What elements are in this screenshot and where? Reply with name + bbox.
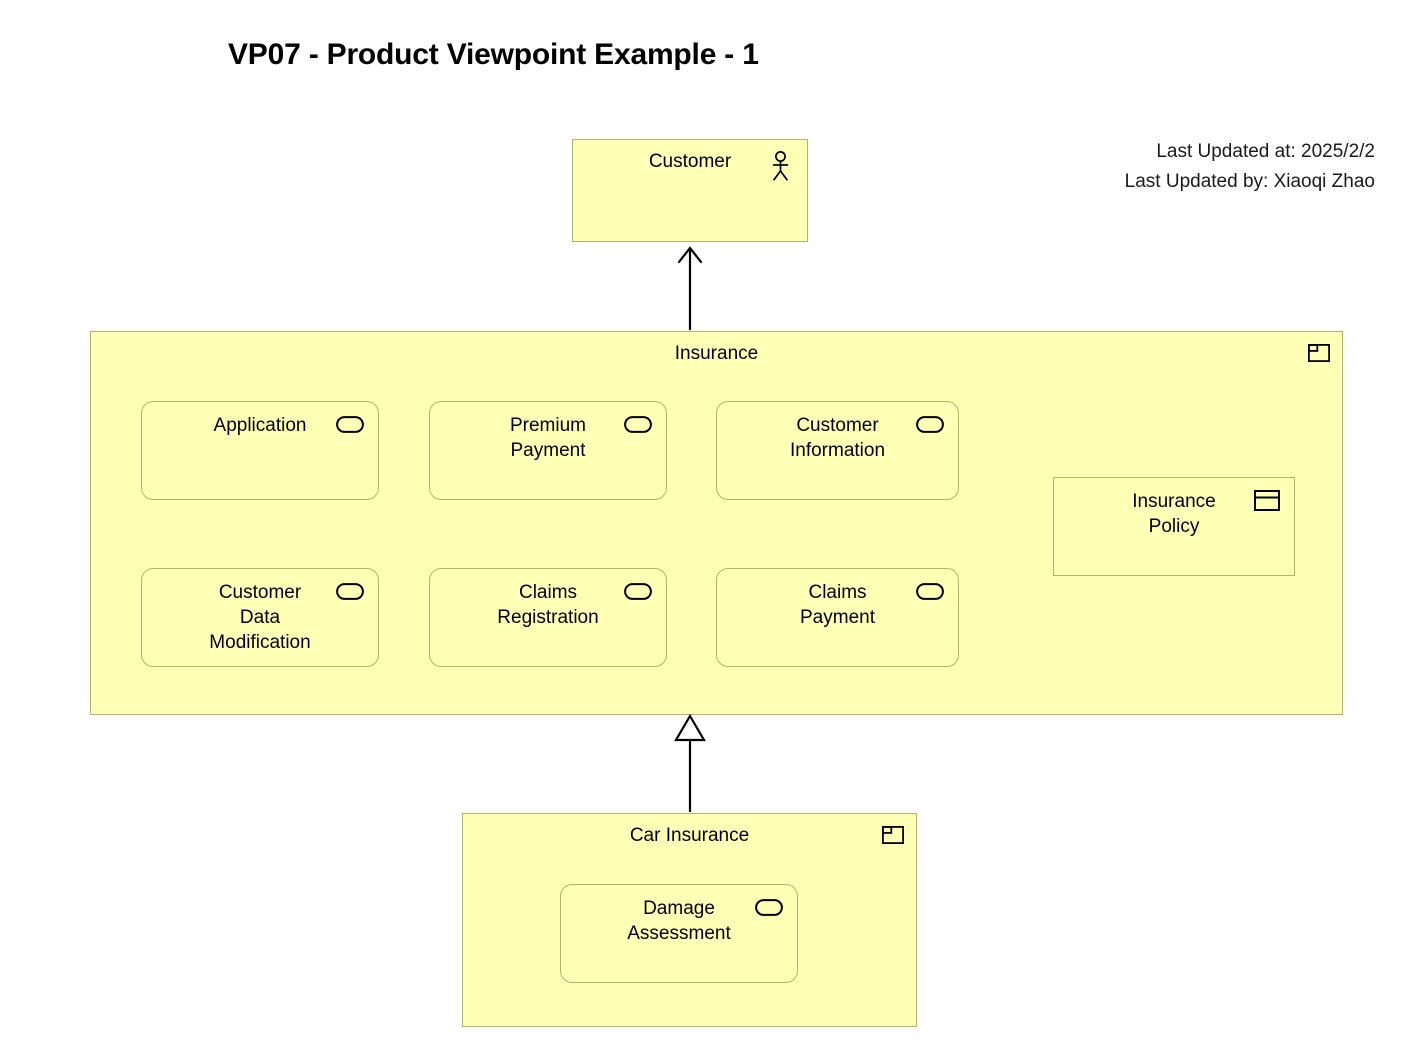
service-icon bbox=[336, 416, 364, 433]
element-claims-registration[interactable]: Claims Registration bbox=[429, 568, 667, 667]
service-icon bbox=[336, 583, 364, 600]
element-insurance[interactable]: Insurance Application Premium Payment Cu… bbox=[90, 331, 1343, 715]
contract-icon bbox=[1254, 490, 1280, 511]
product-icon bbox=[882, 826, 904, 844]
element-customer[interactable]: Customer bbox=[572, 139, 808, 242]
element-customer-information[interactable]: Customer Information bbox=[716, 401, 959, 500]
service-icon bbox=[916, 583, 944, 600]
element-damage-assessment[interactable]: Damage Assessment bbox=[560, 884, 798, 983]
element-customer-data-modification[interactable]: Customer Data Modification bbox=[141, 568, 379, 667]
actor-icon bbox=[772, 151, 789, 181]
page-title: VP07 - Product Viewpoint Example - 1 bbox=[228, 38, 759, 71]
element-insurance-label: Insurance bbox=[674, 343, 759, 364]
element-claims-payment[interactable]: Claims Payment bbox=[716, 568, 959, 667]
service-icon bbox=[916, 416, 944, 433]
service-icon bbox=[755, 899, 783, 916]
product-icon bbox=[1308, 344, 1330, 362]
service-icon bbox=[624, 416, 652, 433]
relationship-specialization-carinsurance-insurance bbox=[674, 713, 706, 812]
relationship-serving-insurance-customer bbox=[677, 246, 703, 330]
diagram-canvas: VP07 - Product Viewpoint Example - 1 Las… bbox=[0, 0, 1418, 1050]
element-application[interactable]: Application bbox=[141, 401, 379, 500]
service-icon bbox=[624, 583, 652, 600]
element-insurance-policy[interactable]: Insurance Policy bbox=[1053, 477, 1295, 576]
last-updated-at: Last Updated at: 2025/2/2 bbox=[1156, 141, 1375, 162]
element-car-insurance-label: Car Insurance bbox=[629, 825, 750, 846]
element-car-insurance[interactable]: Car Insurance Damage Assessment bbox=[462, 813, 917, 1027]
element-premium-payment[interactable]: Premium Payment bbox=[429, 401, 667, 500]
last-updated-by: Last Updated by: Xiaoqi Zhao bbox=[1124, 171, 1375, 192]
diagram-metadata: Last Updated at: 2025/2/2 Last Updated b… bbox=[1055, 137, 1375, 197]
